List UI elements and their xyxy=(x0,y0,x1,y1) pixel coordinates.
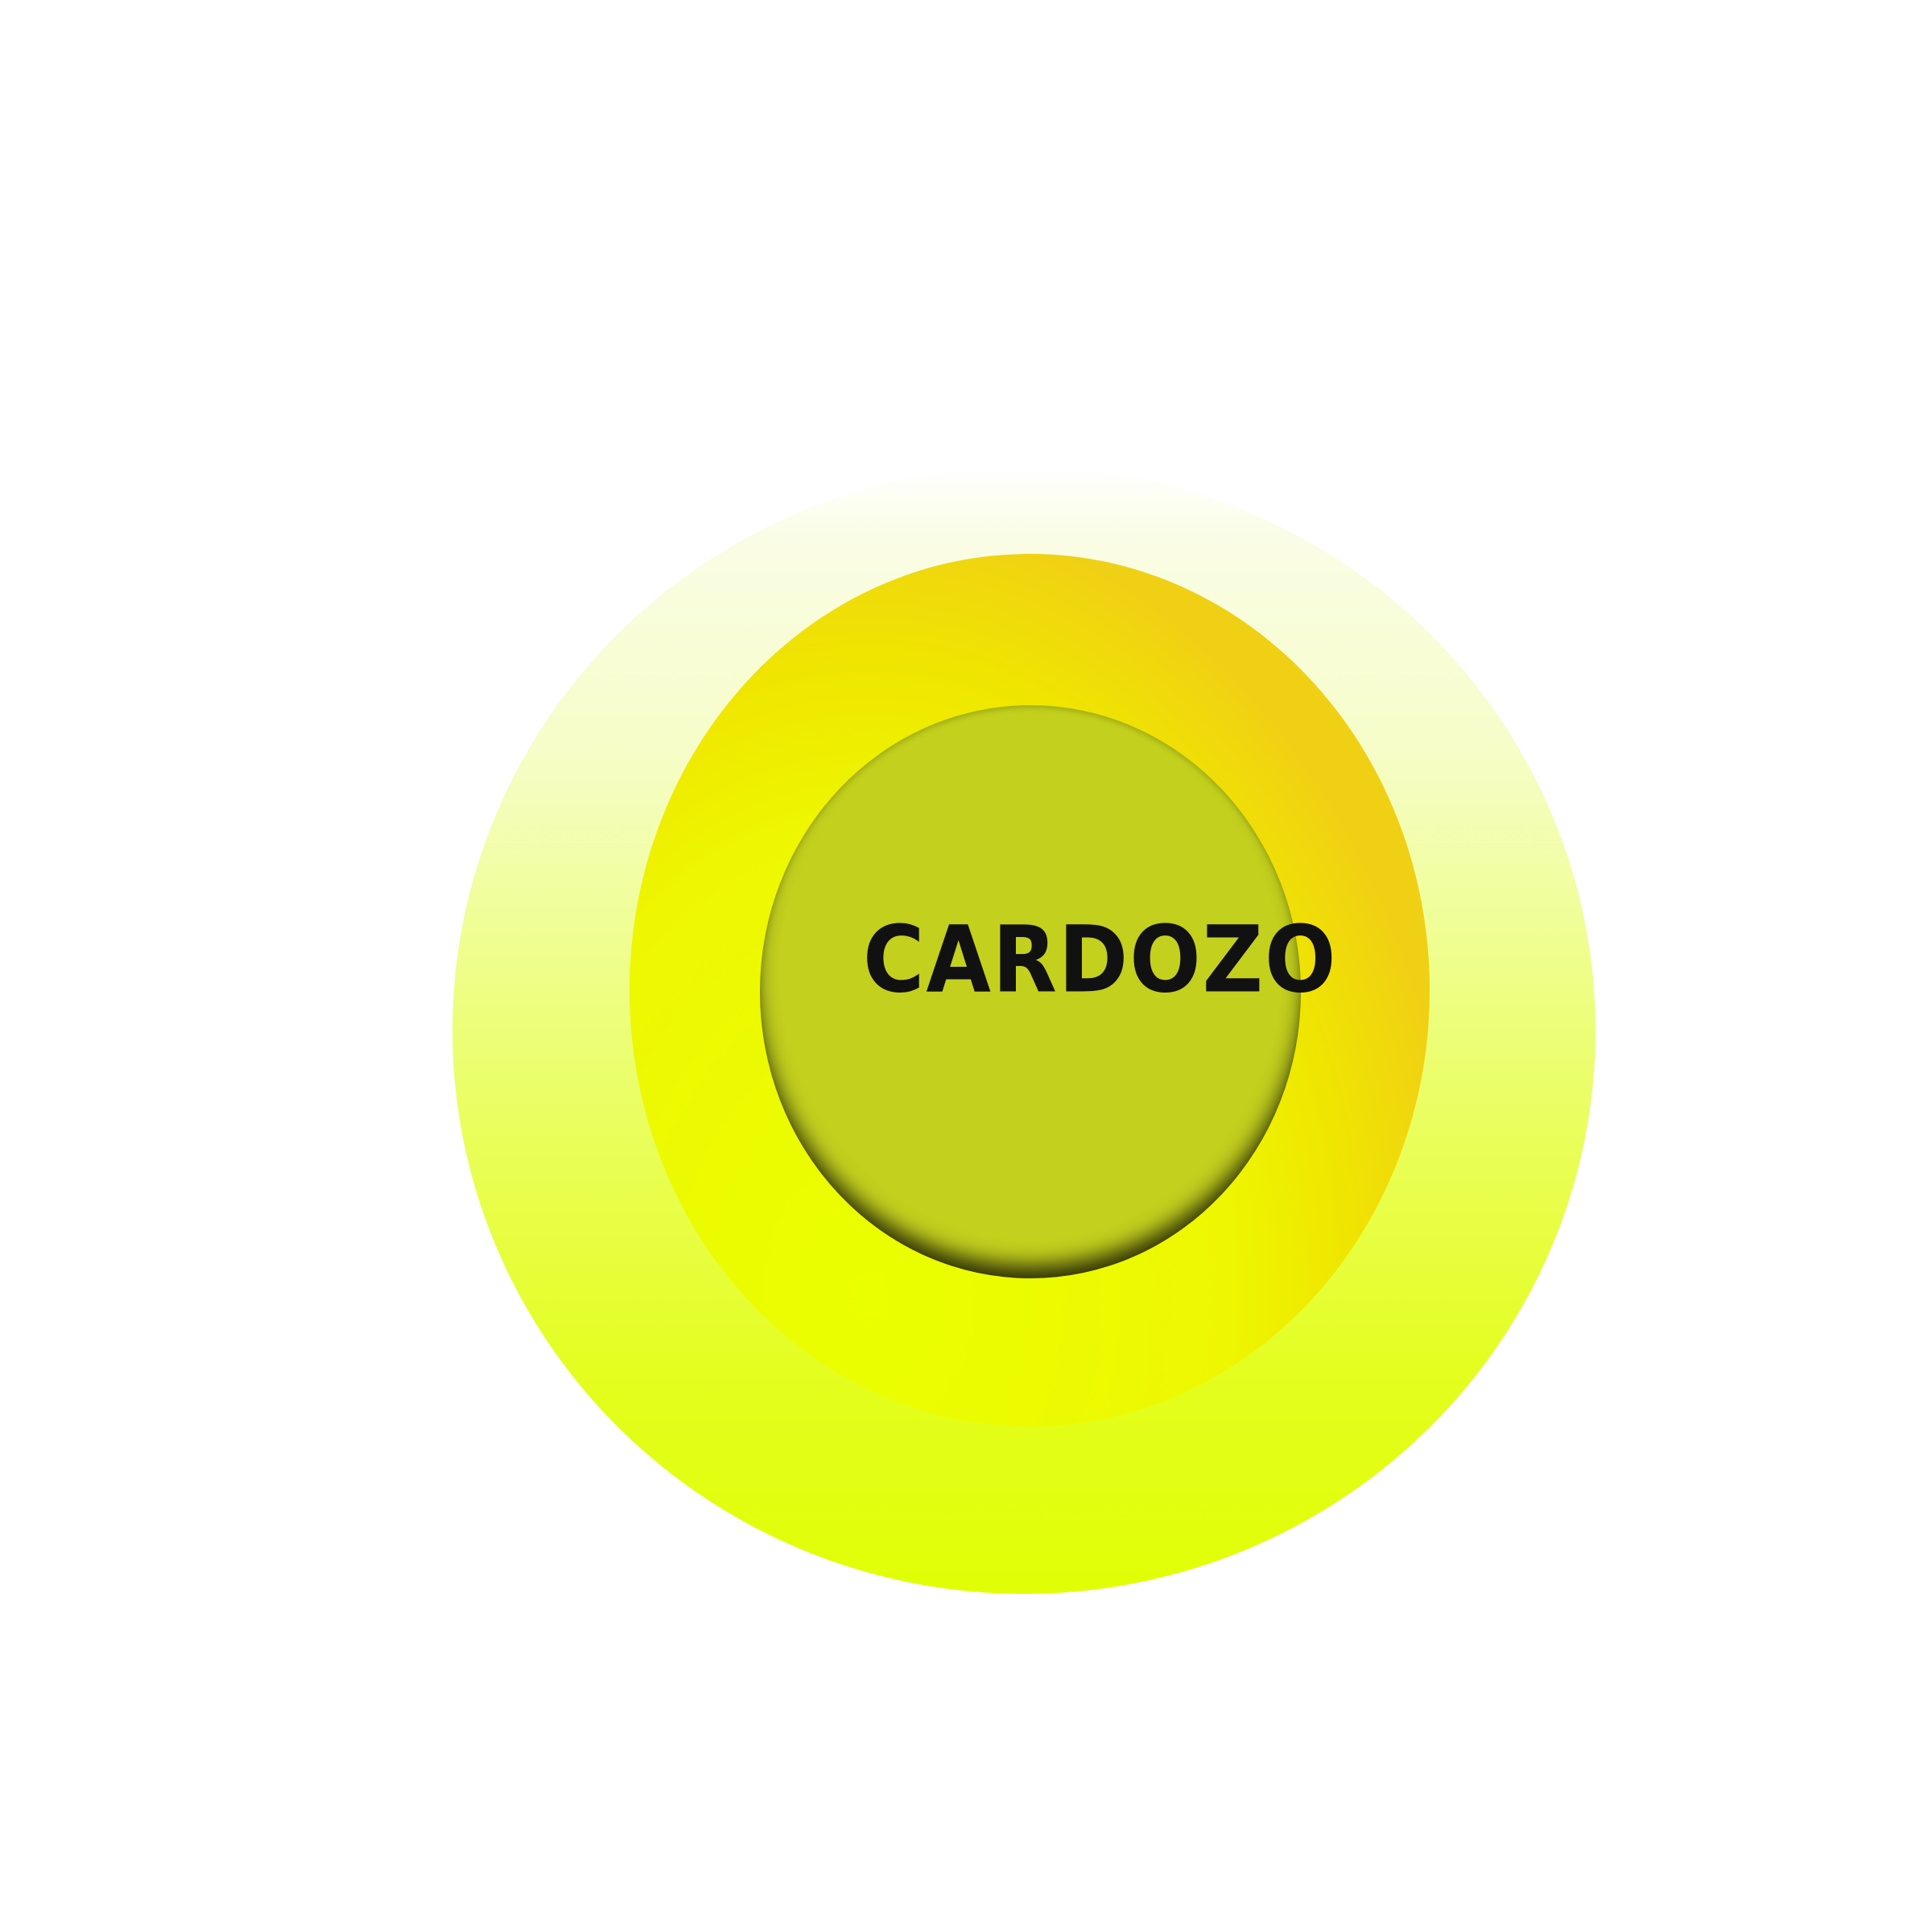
logo-brand-text: CARDOZO xyxy=(863,905,1338,1014)
